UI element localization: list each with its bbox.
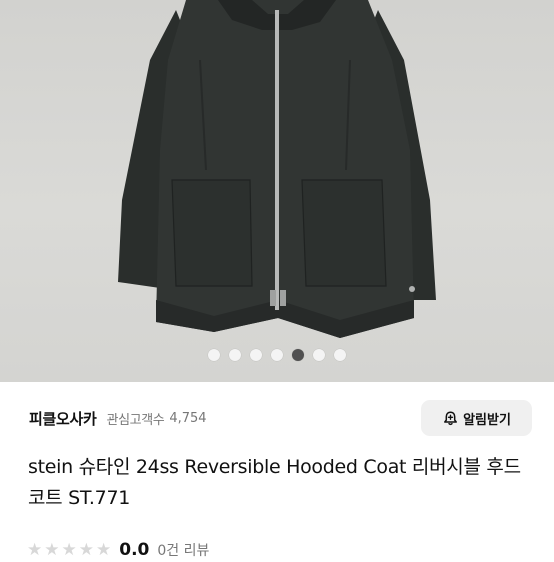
product-title: stein 슈타인 24ss Reversible Hooded Coat 리버… — [28, 456, 521, 509]
carousel-indicator[interactable] — [0, 349, 554, 363]
bell-plus-icon — [444, 410, 458, 425]
carousel-dot[interactable] — [229, 349, 241, 361]
star-icon: ★ — [96, 539, 112, 560]
follower-count: 4,754 — [169, 410, 207, 426]
star-icon: ★ — [44, 539, 60, 560]
star-icon: ★ — [61, 539, 77, 560]
follower-label: 관심고객수 — [106, 412, 165, 428]
alert-subscribe-button[interactable]: 알림받기 — [421, 400, 532, 436]
carousel-dot[interactable] — [271, 349, 283, 361]
star-rating: ★ ★ ★ ★ ★ — [27, 539, 112, 560]
rating-row[interactable]: ★ ★ ★ ★ ★ 0.0 0건 리뷰 — [27, 538, 209, 562]
star-icon: ★ — [78, 539, 94, 560]
carousel-dot-active[interactable] — [292, 349, 304, 361]
carousel-dot[interactable] — [313, 349, 325, 361]
carousel-dot[interactable] — [250, 349, 262, 361]
seller-name[interactable]: 피클오사카 — [29, 408, 97, 429]
coat-illustration — [118, 0, 436, 338]
seller-row: 피클오사카 관심고객수 4,754 알림받기 — [29, 397, 534, 439]
alert-button-label: 알림받기 — [463, 412, 511, 428]
product-image[interactable] — [0, 0, 554, 382]
review-count[interactable]: 0건 리뷰 — [157, 540, 209, 560]
star-icon: ★ — [27, 539, 43, 560]
carousel-dot[interactable] — [334, 349, 346, 361]
carousel-dot[interactable] — [208, 349, 220, 361]
rating-score: 0.0 — [119, 540, 150, 560]
